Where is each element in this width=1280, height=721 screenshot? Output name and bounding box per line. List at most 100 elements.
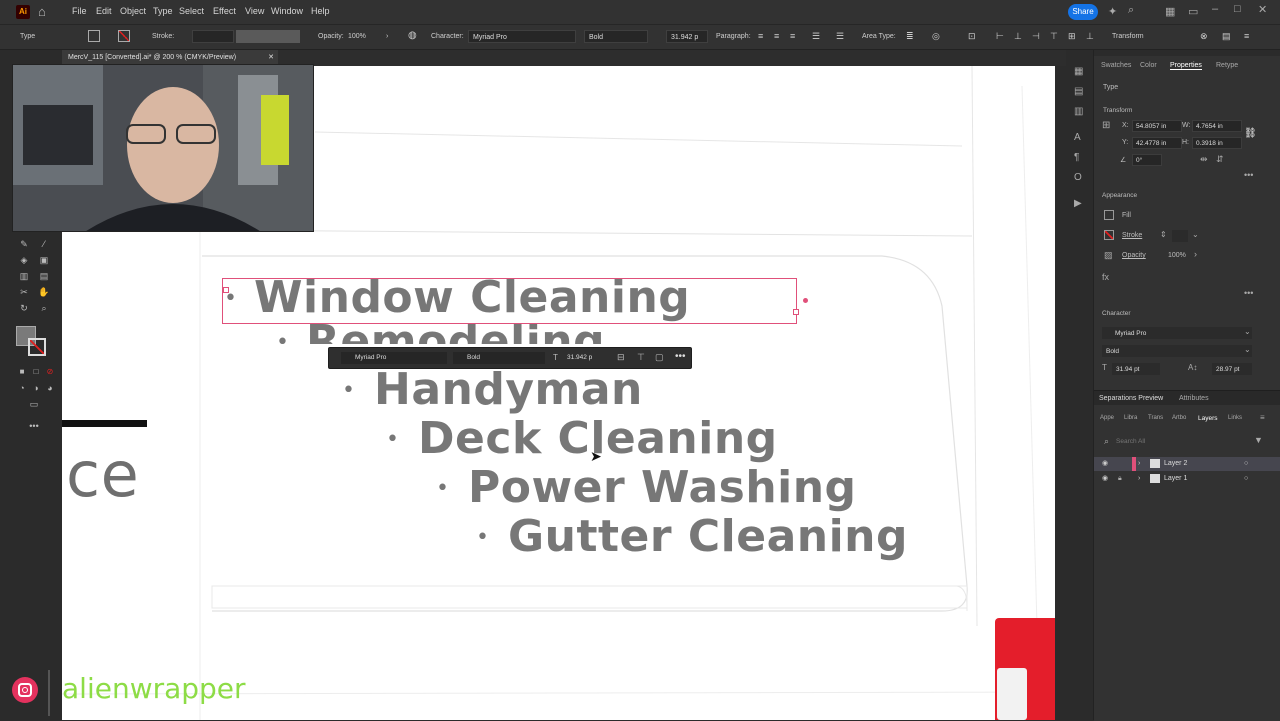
opacity-label[interactable]: Opacity (1122, 252, 1146, 259)
draw-inside-icon[interactable]: ◕ (44, 382, 56, 394)
target-icon[interactable]: ○ (1244, 457, 1248, 471)
menu-object[interactable]: Object (120, 6, 146, 16)
artboard-tool-icon[interactable]: ▤ (38, 270, 50, 282)
tab-layers[interactable]: Layers (1198, 415, 1218, 422)
libraries-icon[interactable]: ▦ (1074, 66, 1083, 77)
stroke-swatch[interactable] (118, 30, 130, 42)
shape-builder-tool-icon[interactable]: ◈ (18, 254, 30, 266)
fill-swatch-icon[interactable] (1104, 210, 1114, 220)
area-type-options-icon[interactable]: ≣ (906, 31, 914, 42)
font-style-field[interactable]: Bold (584, 30, 648, 43)
stroke-swatch-icon[interactable] (1104, 230, 1114, 240)
stroke-stepper-icon[interactable]: ⇕ (1160, 230, 1167, 239)
layers-menu-icon[interactable]: ≡ (1260, 413, 1265, 422)
more-appearance-icon[interactable]: ••• (1244, 288, 1253, 298)
graph-tool-icon[interactable]: ▥ (18, 270, 30, 282)
tab-artboards[interactable]: Artbo (1172, 415, 1186, 421)
ctx-font-style[interactable]: Bold (453, 352, 545, 364)
maximize-icon[interactable]: □ (1234, 3, 1241, 15)
tab-color[interactable]: Color (1140, 62, 1157, 69)
artboards-icon[interactable]: ▤ (1074, 86, 1083, 97)
expand-chevron-icon[interactable]: › (1138, 457, 1140, 471)
area-type-label[interactable]: Area Type: (862, 33, 896, 40)
menu-effect[interactable]: Effect (213, 6, 236, 16)
stroke-label[interactable]: Stroke (1122, 232, 1142, 239)
align-top-objects-icon[interactable]: ⊤ (1050, 31, 1058, 42)
pencil-tool-icon[interactable]: ✎ (18, 238, 30, 250)
font-style-field[interactable]: Bold (1102, 345, 1252, 357)
stroke-color-icon[interactable] (28, 338, 46, 356)
flip-vertical-icon[interactable]: ⇵ (1216, 154, 1224, 165)
slice-tool-icon[interactable]: ✂ (18, 286, 30, 298)
menu-view[interactable]: View (245, 6, 264, 16)
menu-select[interactable]: Select (179, 6, 204, 16)
align-to-icon[interactable]: ⊡ (968, 31, 976, 42)
paragraph-icon[interactable]: ¶ (1074, 152, 1079, 163)
align-middle-objects-icon[interactable]: ⊞ (1068, 31, 1076, 42)
align-right-icon[interactable]: ≡ (790, 31, 795, 41)
search-icon[interactable]: ⌕ (1128, 4, 1134, 17)
chevron-down-icon[interactable]: ⌄ (1244, 327, 1251, 336)
layers-search-input[interactable] (1116, 435, 1236, 447)
layer-row-layer-2[interactable]: ◉ › Layer 2 ○ (1094, 457, 1280, 471)
service-gutter-cleaning[interactable]: Gutter Cleaning (508, 511, 908, 562)
draw-normal-icon[interactable]: ◔ (16, 382, 28, 394)
bullets-icon[interactable]: ☰ (812, 31, 820, 42)
y-field[interactable]: 42.4778 in (1132, 137, 1182, 149)
eyedropper-tool-icon[interactable]: ⁄ (38, 238, 50, 250)
stroke-weight-field[interactable] (1172, 230, 1188, 242)
layer-row-layer-1[interactable]: ◉ 🔒︎ › Layer 1 ○ (1094, 472, 1280, 486)
lock-icon[interactable]: 🔒︎ (1118, 472, 1122, 486)
x-field[interactable]: 54.8057 in (1132, 120, 1182, 132)
zoom-tool-icon[interactable]: ⌕ (38, 302, 50, 314)
menu-help[interactable]: Help (311, 6, 330, 16)
constrain-proportions-icon[interactable]: ⛓ (1244, 128, 1257, 139)
fill-swatch[interactable] (88, 30, 100, 42)
close-icon[interactable]: ✕ (1258, 3, 1267, 16)
reference-point-icon[interactable]: ⊞ (1102, 120, 1110, 131)
gradient-mode-icon[interactable]: □ (30, 366, 42, 378)
transform-link[interactable]: Transform (1112, 33, 1144, 40)
target-icon[interactable]: ○ (1244, 472, 1248, 486)
tab-transparency[interactable]: Trans (1148, 415, 1163, 421)
more-options-icon[interactable]: ••• (675, 351, 686, 362)
opacity-value[interactable]: 100% (348, 33, 366, 40)
font-size-field[interactable]: 31.942 p (666, 30, 708, 43)
live-paint-tool-icon[interactable]: ▣ (38, 254, 50, 266)
visibility-eye-icon[interactable]: ◉ (1102, 472, 1108, 486)
chevron-right-icon[interactable]: › (1194, 249, 1197, 259)
actions-icon[interactable]: ▶ (1074, 198, 1082, 209)
control-menu-icon[interactable]: ≡ (1244, 31, 1249, 41)
tab-retype[interactable]: Retype (1216, 62, 1238, 69)
menu-edit[interactable]: Edit (96, 6, 112, 16)
character-label[interactable]: Character: (431, 33, 464, 40)
home-icon[interactable]: ⌂ (38, 4, 46, 19)
numbering-icon[interactable]: ☰ (836, 31, 844, 42)
leading-field[interactable]: 28.97 pt (1212, 363, 1252, 375)
font-family-field[interactable]: Myriad Pro (468, 30, 576, 43)
layer-name[interactable]: Layer 2 (1164, 457, 1187, 471)
tab-appearance[interactable]: Appe (1100, 415, 1114, 421)
opacity-value[interactable]: 100% (1168, 252, 1186, 259)
workspace-icon[interactable]: ▦ (1165, 5, 1175, 18)
character-icon[interactable]: A (1074, 132, 1081, 143)
rotate-view-tool-icon[interactable]: ↻ (18, 302, 30, 314)
variable-width-profile[interactable] (236, 30, 300, 43)
tab-links[interactable]: Links (1228, 415, 1242, 421)
none-mode-icon[interactable]: ⊘ (44, 366, 56, 378)
chevron-right-icon[interactable]: › (386, 33, 388, 40)
arrange-icon[interactable]: ▭ (1188, 5, 1198, 18)
w-field[interactable]: 4.7654 in (1192, 120, 1242, 132)
tab-attributes[interactable]: Attributes (1179, 395, 1209, 402)
align-left-objects-icon[interactable]: ⊢ (996, 31, 1004, 42)
typography-icon[interactable]: ⊤ (637, 352, 645, 363)
visibility-eye-icon[interactable]: ◉ (1102, 457, 1108, 471)
chevron-down-icon[interactable]: ⌄ (1244, 345, 1251, 354)
selection-bounding-box[interactable] (222, 278, 797, 324)
frame-icon[interactable]: ▢ (655, 352, 664, 363)
recolor-icon[interactable]: ◍ (408, 30, 417, 41)
draw-behind-icon[interactable]: ◑ (30, 382, 42, 394)
service-power-washing[interactable]: Power Washing (468, 462, 857, 513)
font-size-field[interactable]: 31.94 pt (1112, 363, 1160, 375)
menu-type[interactable]: Type (153, 6, 173, 16)
